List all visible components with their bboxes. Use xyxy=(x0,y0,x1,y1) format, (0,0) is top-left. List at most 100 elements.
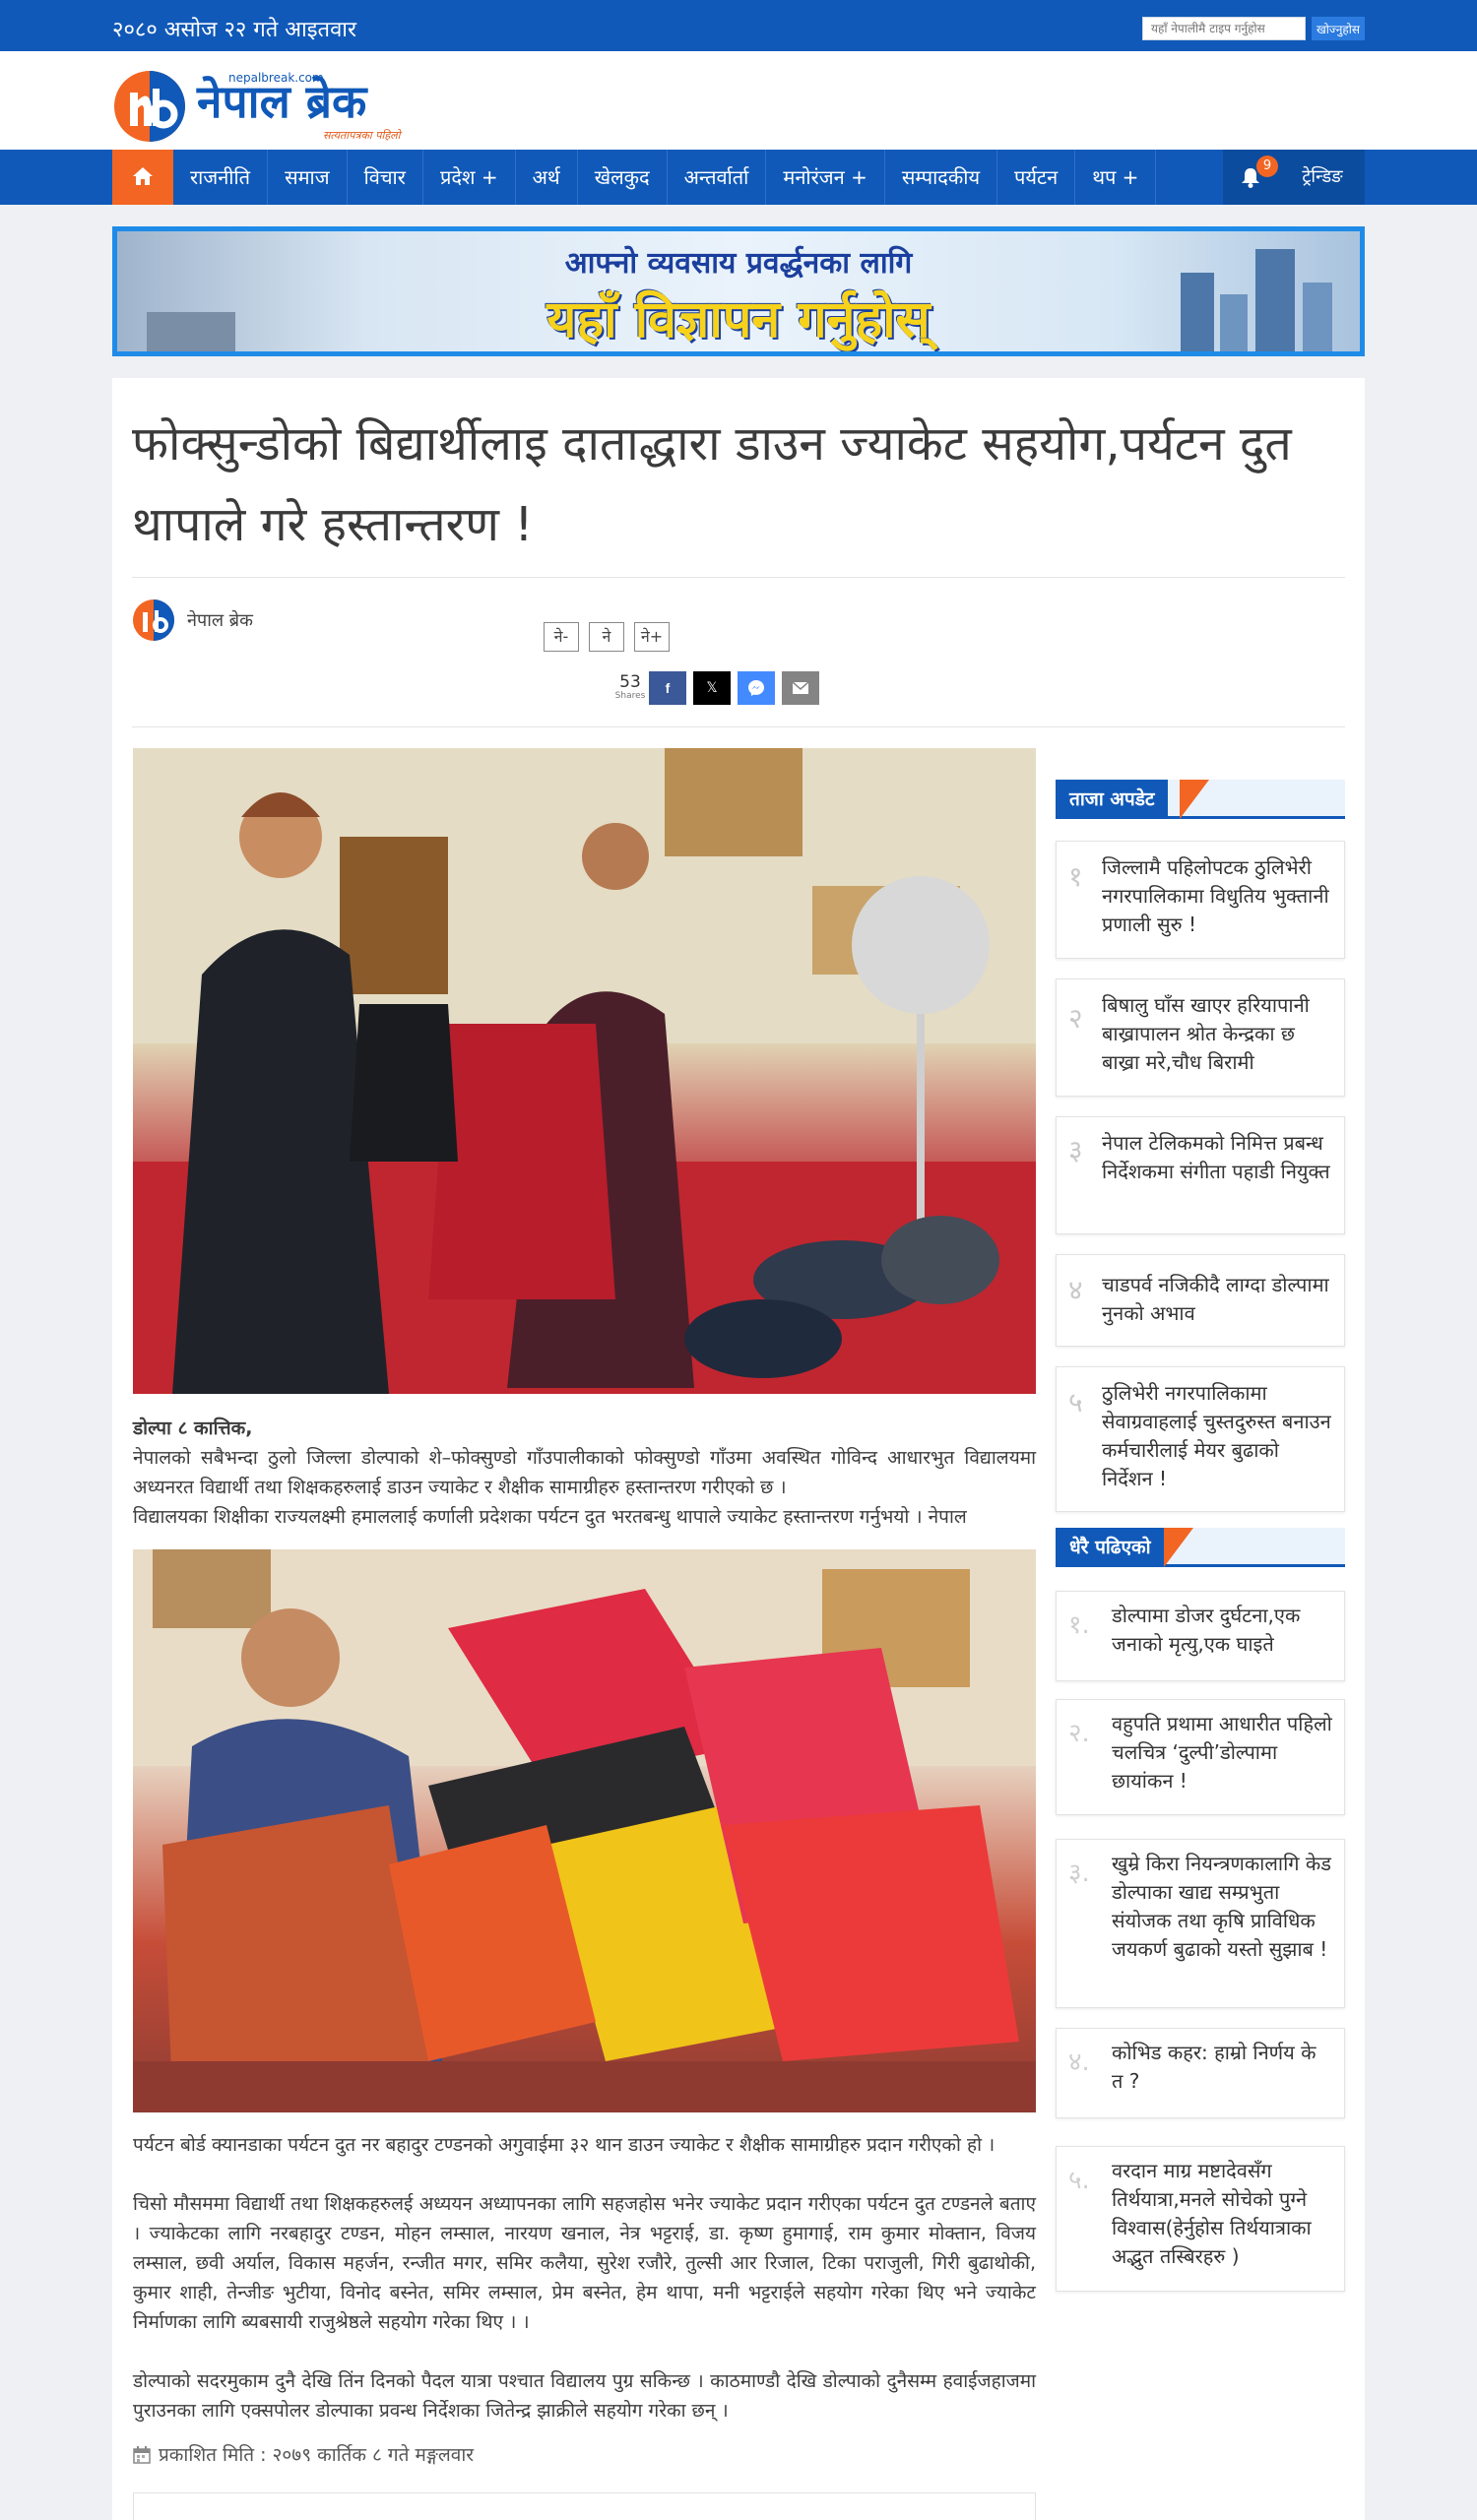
ad-banner-image: आफ्नो व्यवसाय प्रवर्द्धनका लागि यहाँ विज… xyxy=(117,231,1360,351)
trending-link[interactable]: ट्रेन्डिङ xyxy=(1280,150,1365,205)
author-name[interactable]: नेपाल ब्रेक xyxy=(187,608,253,632)
home-icon xyxy=(133,167,153,185)
published-date: प्रकाशित मिति : २०७९ कार्तिक ८ गते मङ्गल… xyxy=(133,2441,474,2467)
article-paragraph: नेपालको सबैभन्दा ठुलो जिल्ला डोल्पाको शे… xyxy=(133,1447,1036,1498)
nav-home-button[interactable] xyxy=(112,150,173,205)
published-date-text: प्रकाशित मिति : २०७९ कार्तिक ८ गते मङ्गल… xyxy=(159,2444,475,2466)
header-accent-shape xyxy=(1164,1528,1193,1567)
notification-count-badge: 9 xyxy=(1256,156,1278,177)
most-read-item[interactable]: ३. खुम्रे किरा नियन्त्रणकालागि केड डोल्प… xyxy=(1056,1839,1345,2008)
ad-headline: आफ्नो व्यवसाय प्रवर्द्धनका लागि xyxy=(564,246,913,281)
most-read-title-text: कोभिड कहर: हाम्रो निर्णय के त ? xyxy=(1112,2041,1316,2093)
most-read-number: २. xyxy=(1068,1719,1090,1748)
latest-news-title: चाडपर्व नजिकीदै लाग्दा डोल्पामा नुनको अभ… xyxy=(1102,1273,1329,1325)
ad-banner[interactable]: आफ्नो व्यवसाय प्रवर्द्धनका लागि यहाँ विज… xyxy=(112,226,1365,356)
nav-item-editorial[interactable]: सम्पादकीय xyxy=(885,150,998,205)
latest-news-title: बिषालु घाँस खाएर हरियापानी बाख्रापालन श्… xyxy=(1102,993,1310,1074)
share-count-number: 53 xyxy=(619,672,641,692)
share-count-label: Shares xyxy=(614,691,646,701)
most-read-title: धेरै पढिएको xyxy=(1056,1528,1165,1567)
top-bar: २०८० असोज २२ गते आइतवार खोज्नुहोस xyxy=(0,0,1477,51)
messenger-icon xyxy=(748,680,764,696)
site-header: nepalbreak.com नेपाल ब्रेक सत्यतापत्रका … xyxy=(0,51,1477,150)
most-read-number: ४. xyxy=(1068,2048,1090,2077)
nav-item-interview[interactable]: अन्तर्वार्ता xyxy=(668,150,767,205)
nav-item-economy[interactable]: अर्थ xyxy=(516,150,578,205)
current-date: २०८० असोज २२ गते आइतवार xyxy=(112,18,356,42)
article-paragraph: विद्यालयका शिक्षीका राज्यलक्ष्मी हमाललाई… xyxy=(133,1506,967,1528)
facebook-icon: f xyxy=(665,680,671,696)
nav-items: राजनीति समाज विचार प्रदेश + अर्थ खेलकुद … xyxy=(173,150,1157,205)
font-reset-button[interactable]: ने xyxy=(589,622,624,652)
search-input[interactable] xyxy=(1142,17,1306,40)
notification-button[interactable]: 9 xyxy=(1223,150,1280,205)
latest-news-number: ३ xyxy=(1068,1134,1083,1166)
most-read-title-text: वरदान माग्र मष्टादेवसँग तिर्थयात्रा,मनले… xyxy=(1112,2159,1312,2268)
share-count: 53 Shares xyxy=(612,673,648,701)
comment-box-outline xyxy=(133,2492,1036,2520)
latest-news-title: जिल्लामै पहिलोपटक ठुलिभेरी नगरपालिकामा व… xyxy=(1102,855,1329,936)
article-paragraph: डोल्पाको सदरमुकाम दुनै देखि तिंन दिनको प… xyxy=(133,2370,1036,2422)
most-read-item[interactable]: ४. कोभिड कहर: हाम्रो निर्णय के त ? xyxy=(1056,2028,1345,2118)
latest-news-number: २ xyxy=(1068,1002,1083,1035)
article-photo-jackets xyxy=(133,1549,1036,2112)
article-dateline: डोल्पा ८ कात्तिक, xyxy=(133,1418,253,1439)
nav-item-entertainment[interactable]: मनोरंजन + xyxy=(766,150,885,205)
most-read-header: धेरै पढिएको xyxy=(1056,1528,1345,1567)
nav-item-tourism[interactable]: पर्यटन xyxy=(997,150,1076,205)
messenger-share-button[interactable] xyxy=(738,671,775,705)
search-button[interactable]: खोज्नुहोस xyxy=(1312,17,1365,40)
photo-illustration xyxy=(133,1549,1036,2112)
nav-item-sports[interactable]: खेलकुद xyxy=(578,150,668,205)
nav-item-more[interactable]: थप + xyxy=(1075,150,1157,205)
x-icon: 𝕏 xyxy=(706,680,718,696)
most-read-number: ५. xyxy=(1068,2166,1090,2195)
latest-news-item[interactable]: २ बिषालु घाँस खाएर हरियापानी बाख्रापालन … xyxy=(1056,978,1345,1097)
latest-news-item[interactable]: १ जिल्लामै पहिलोपटक ठुलिभेरी नगरपालिकामा… xyxy=(1056,841,1345,959)
facebook-share-button[interactable]: f xyxy=(649,671,686,705)
photo-illustration xyxy=(133,748,1036,1394)
latest-news-title: नेपाल टेलिकमको निमित्त प्रबन्ध निर्देशकम… xyxy=(1102,1131,1330,1183)
divider xyxy=(132,726,1345,727)
article-card: फोक्सुन्डोको बिद्यार्थीलाइ दाताद्धारा डा… xyxy=(112,378,1365,2520)
most-read-title-text: खुम्रे किरा नियन्त्रणकालागि केड डोल्पाका… xyxy=(1112,1852,1331,1961)
most-read-item[interactable]: ५. वरदान माग्र मष्टादेवसँग तिर्थयात्रा,म… xyxy=(1056,2146,1345,2292)
site-logo[interactable]: nepalbreak.com नेपाल ब्रेक सत्यतापत्रका … xyxy=(112,61,408,142)
latest-news-item[interactable]: ३ नेपाल टेलिकमको निमित्त प्रबन्ध निर्देश… xyxy=(1056,1116,1345,1234)
latest-news-number: १ xyxy=(1068,860,1083,893)
logo-name: नेपाल ब्रेक xyxy=(197,75,367,128)
ad-callout: यहाँ विज्ञापन गर्नुहोस् xyxy=(546,290,931,349)
most-read-item[interactable]: २. वहुपति प्रथामा आधारीत पहिलो चलचित्र ‘… xyxy=(1056,1699,1345,1815)
header-accent-shape xyxy=(1180,780,1209,819)
most-read-title-text: वहुपति प्रथामा आधारीत पहिलो चलचित्र ‘दुल… xyxy=(1112,1712,1332,1793)
logo-mark-icon xyxy=(114,71,185,142)
font-size-controls: ने- ने ने+ xyxy=(544,622,670,652)
latest-updates-header: ताजा अपडेट xyxy=(1056,780,1345,819)
latest-news-number: ४ xyxy=(1068,1274,1083,1306)
most-read-title-text: डोल्पामा डोजर दुर्घटना,एक जनाको मृत्यु,ए… xyxy=(1112,1604,1301,1656)
latest-news-item[interactable]: ५ ठुलिभेरी नगरपालिकामा सेवाग्रवाहलाई चुस… xyxy=(1056,1366,1345,1512)
latest-news-title: ठुलिभेरी नगरपालिकामा सेवाग्रवाहलाई चुस्त… xyxy=(1102,1381,1331,1490)
nav-item-opinion[interactable]: विचार xyxy=(348,150,423,205)
latest-news-number: ५ xyxy=(1068,1386,1083,1418)
latest-updates-title: ताजा अपडेट xyxy=(1056,780,1169,819)
logo-tagline: सत्यतापत्रका पहिलो xyxy=(323,129,401,142)
divider xyxy=(132,577,1345,578)
nav-item-province[interactable]: प्रदेश + xyxy=(423,150,516,205)
nav-item-politics[interactable]: राजनीति xyxy=(173,150,269,205)
email-icon xyxy=(792,681,809,694)
latest-news-item[interactable]: ४ चाडपर्व नजिकीदै लाग्दा डोल्पामा नुनको … xyxy=(1056,1254,1345,1347)
article-paragraph: पर्यटन बोर्ड क्यानडाका पर्यटन दुत नर बहा… xyxy=(133,2134,995,2156)
font-increase-button[interactable]: ने+ xyxy=(634,622,670,652)
article-photo-handover xyxy=(133,748,1036,1394)
article-paragraph: चिसो मौसममा विद्यार्थी तथा शिक्षकहरुलई अ… xyxy=(133,2193,1036,2333)
most-read-number: १. xyxy=(1068,1610,1090,1640)
email-share-button[interactable] xyxy=(782,671,819,705)
most-read-item[interactable]: १. डोल्पामा डोजर दुर्घटना,एक जनाको मृत्य… xyxy=(1056,1591,1345,1681)
font-decrease-button[interactable]: ने- xyxy=(544,622,579,652)
article-title: फोक्सुन्डोको बिद्यार्थीलाइ दाताद्धारा डा… xyxy=(132,416,1292,552)
main-nav: राजनीति समाज विचार प्रदेश + अर्थ खेलकुद … xyxy=(0,150,1477,205)
nav-item-society[interactable]: समाज xyxy=(268,150,348,205)
author-avatar xyxy=(133,599,174,641)
x-share-button[interactable]: 𝕏 xyxy=(693,671,731,705)
